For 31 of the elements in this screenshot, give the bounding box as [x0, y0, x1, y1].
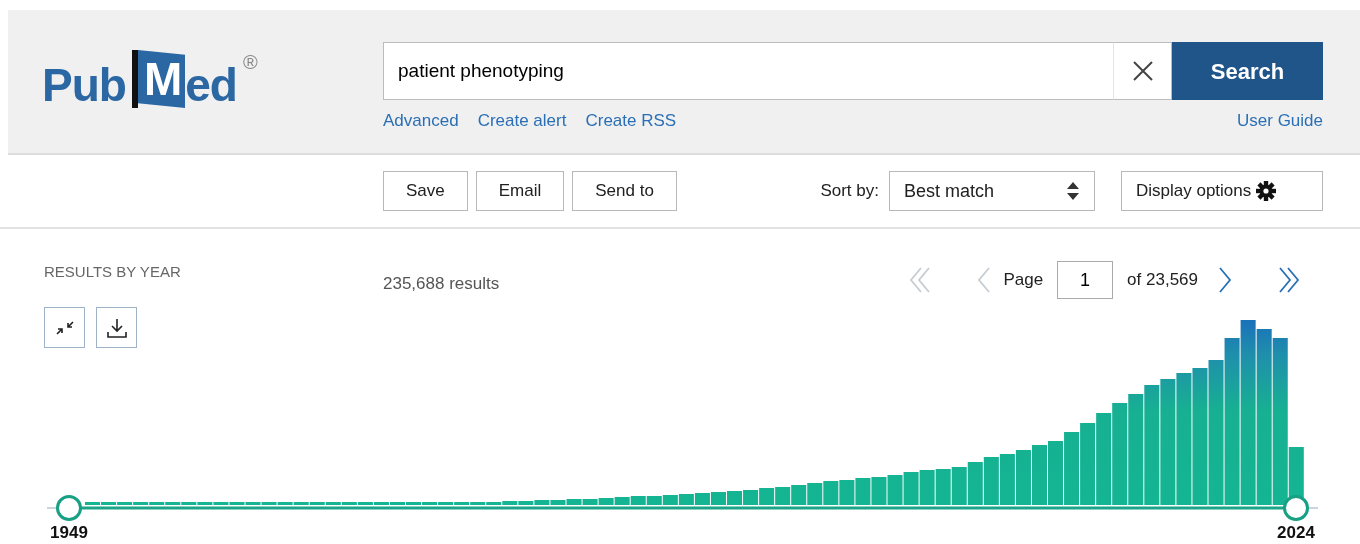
search-button[interactable]: Search — [1172, 42, 1323, 100]
sort-label: Sort by: — [820, 180, 879, 203]
settings-icon — [1256, 181, 1277, 201]
double-chevron-icon — [1276, 266, 1302, 294]
page-total: of 23,569 — [1127, 269, 1198, 292]
slider-handle[interactable] — [56, 495, 82, 521]
year-label: 1949 — [50, 523, 88, 541]
logo[interactable]: Pub Med® — [42, 46, 257, 108]
action-button[interactable]: Email — [475, 171, 565, 211]
download-icon — [105, 316, 128, 339]
close-icon — [1131, 60, 1154, 82]
sort-select[interactable]: Best match — [889, 171, 1095, 211]
display-options-button[interactable]: Display options — [1121, 171, 1323, 211]
sort-arrows-icon — [1066, 181, 1080, 201]
search-field[interactable]: patient phenotyping — [383, 42, 1113, 100]
chevron-icon — [1216, 266, 1234, 294]
collapse-button[interactable] — [44, 307, 85, 348]
search-option-link[interactable]: Create alert — [477, 108, 567, 134]
action-button[interactable]: Send to — [572, 171, 677, 211]
user-guide-link[interactable]: User Guide — [1237, 108, 1323, 134]
year-label: 2024 — [1277, 523, 1315, 541]
page-label: Page — [1003, 269, 1044, 292]
page-number-field[interactable]: 1 — [1057, 261, 1114, 299]
search-option-link[interactable]: Advanced — [383, 108, 459, 134]
search-option-link[interactable]: Create RSS — [585, 108, 677, 134]
download-button[interactable] — [96, 307, 137, 348]
results-count: 235,688 results — [383, 273, 500, 295]
clear-button[interactable] — [1113, 42, 1172, 100]
section-title: RESULTS BY YEAR — [43, 262, 182, 282]
action-button[interactable]: Save — [383, 171, 468, 211]
slider-handle[interactable] — [1283, 495, 1309, 521]
